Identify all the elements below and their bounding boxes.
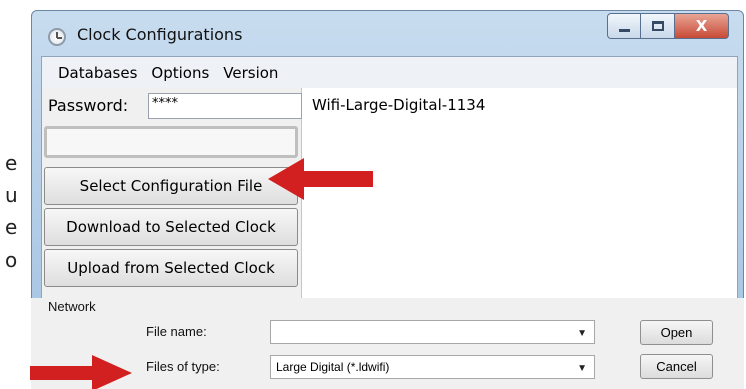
- close-button[interactable]: X: [675, 13, 729, 39]
- password-field[interactable]: ****: [148, 93, 302, 119]
- list-item[interactable]: Wifi-Large-Digital-1134: [312, 96, 485, 114]
- minimize-button[interactable]: [607, 13, 641, 39]
- text-field[interactable]: [44, 126, 298, 158]
- red-arrow-right-icon: [92, 355, 132, 389]
- clock-icon: [48, 28, 66, 46]
- network-label: Network: [48, 299, 96, 314]
- background-text-fragment: o: [5, 248, 18, 272]
- maximize-icon: [651, 21, 664, 31]
- cancel-button[interactable]: Cancel: [640, 354, 713, 379]
- menu-bar: Databases Options Version: [42, 57, 737, 88]
- password-label: Password:: [48, 96, 129, 115]
- window-controls: X: [607, 13, 729, 39]
- chevron-down-icon[interactable]: ▼: [577, 363, 587, 374]
- title-bar[interactable]: Clock Configurations X: [32, 11, 743, 55]
- files-of-type-combobox[interactable]: Large Digital (*.ldwifi) ▼: [270, 355, 595, 379]
- clock-list[interactable]: Wifi-Large-Digital-1134: [304, 88, 737, 312]
- download-to-selected-clock-button[interactable]: Download to Selected Clock: [44, 208, 298, 246]
- chevron-down-icon[interactable]: ▼: [577, 328, 587, 339]
- file-name-label: File name:: [146, 324, 207, 339]
- left-panel: Password: **** Select Configuration File…: [42, 88, 302, 312]
- menu-version[interactable]: Version: [223, 64, 278, 82]
- open-button[interactable]: Open: [640, 320, 713, 345]
- red-arrow-left-icon: [268, 158, 304, 200]
- file-name-combobox[interactable]: ▼: [270, 320, 595, 344]
- background-text-fragment: u: [5, 183, 18, 207]
- red-arrow-shaft: [30, 366, 92, 380]
- client-area: Databases Options Version Password: ****…: [41, 56, 738, 312]
- minimize-icon: [618, 29, 630, 32]
- close-icon: X: [695, 17, 708, 35]
- files-of-type-value: Large Digital (*.ldwifi): [276, 360, 390, 374]
- menu-databases[interactable]: Databases: [58, 64, 137, 82]
- red-arrow-shaft: [303, 171, 373, 187]
- background-text-fragment: e: [5, 215, 18, 239]
- window-title: Clock Configurations: [77, 25, 243, 44]
- files-of-type-label: Files of type:: [146, 359, 220, 374]
- select-configuration-file-button[interactable]: Select Configuration File: [44, 167, 298, 205]
- menu-options[interactable]: Options: [151, 64, 209, 82]
- clock-configurations-window: Clock Configurations X Databases Options…: [31, 10, 744, 312]
- maximize-button[interactable]: [641, 13, 675, 39]
- upload-from-selected-clock-button[interactable]: Upload from Selected Clock: [44, 249, 298, 287]
- background-text-fragment: e: [5, 151, 18, 175]
- file-dialog: Network File name: ▼ Open Files of type:…: [31, 298, 744, 389]
